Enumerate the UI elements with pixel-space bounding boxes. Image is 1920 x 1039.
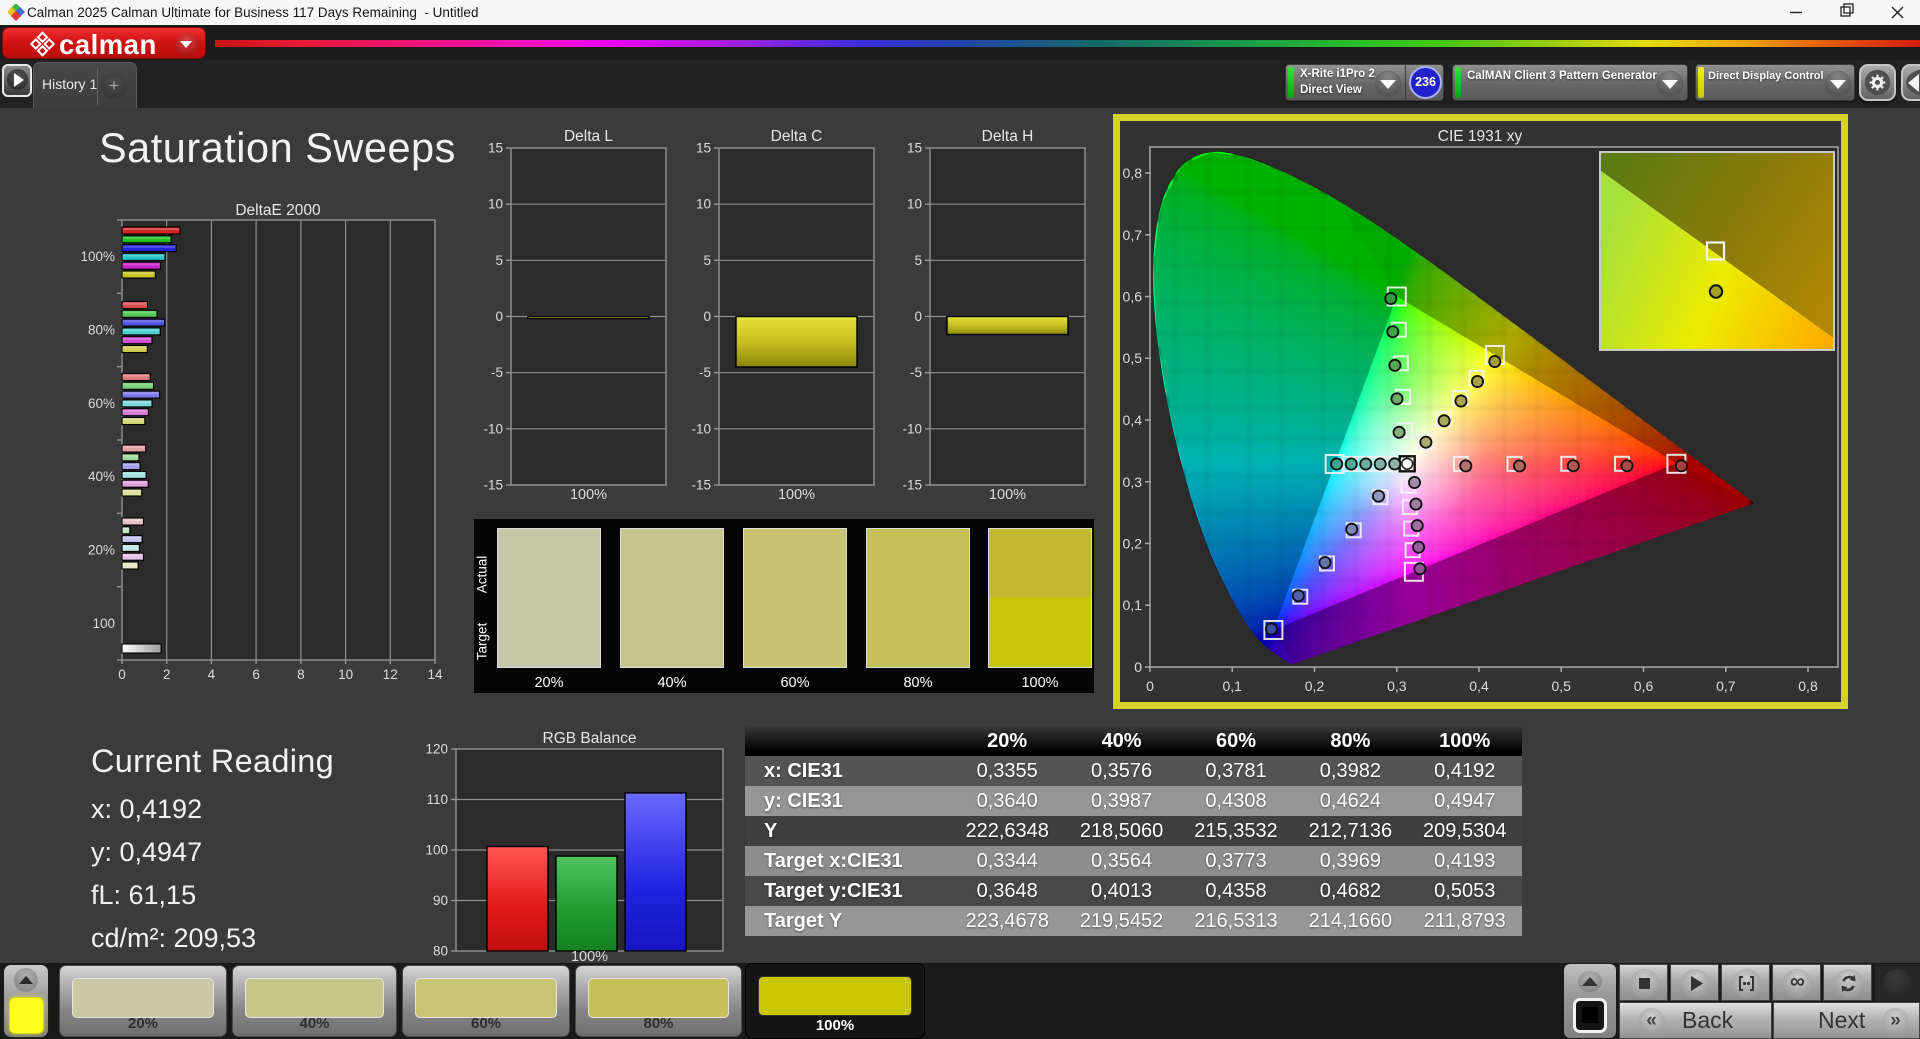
svg-text:0,6: 0,6 [1634,678,1654,694]
svg-text:-15: -15 [691,478,711,493]
svg-text:-10: -10 [902,421,922,436]
svg-text:0,8: 0,8 [1798,678,1818,694]
svg-text:0: 0 [495,309,503,324]
svg-text:90: 90 [433,893,448,908]
svg-text:0,5: 0,5 [1551,678,1571,694]
svg-text:14: 14 [427,667,443,682]
svg-text:100%: 100% [989,487,1026,503]
svg-text:100: 100 [92,616,115,631]
svg-text:-15: -15 [483,478,503,493]
svg-text:60%: 60% [88,396,115,411]
svg-text:0,6: 0,6 [1123,289,1143,305]
svg-text:0,5: 0,5 [1123,350,1143,366]
svg-text:10: 10 [488,197,503,212]
svg-text:CIE 1931 xy: CIE 1931 xy [1438,128,1523,145]
svg-text:-5: -5 [491,365,503,380]
svg-text:0,4: 0,4 [1469,678,1489,694]
svg-text:40%: 40% [88,469,115,484]
svg-text:10: 10 [696,197,711,212]
svg-text:-10: -10 [483,421,503,436]
svg-text:Delta H: Delta H [982,128,1034,145]
svg-text:0,1: 0,1 [1123,597,1143,613]
svg-text:0,2: 0,2 [1123,536,1143,552]
svg-text:-10: -10 [691,421,711,436]
svg-text:-15: -15 [902,478,922,493]
svg-text:80%: 80% [88,323,115,338]
svg-text:12: 12 [383,667,398,682]
svg-text:0,7: 0,7 [1716,678,1736,694]
svg-text:DeltaE 2000: DeltaE 2000 [235,202,321,219]
svg-text:0,3: 0,3 [1387,678,1407,694]
svg-text:Delta C: Delta C [771,128,823,145]
svg-text:10: 10 [338,667,353,682]
svg-text:10: 10 [907,197,922,212]
svg-text:2: 2 [163,667,171,682]
svg-text:RGB Balance: RGB Balance [543,730,637,747]
svg-text:100%: 100% [80,249,115,264]
svg-text:0,7: 0,7 [1123,227,1143,243]
svg-text:0: 0 [118,667,126,682]
svg-text:0: 0 [1146,678,1154,694]
svg-text:0: 0 [914,309,922,324]
svg-text:6: 6 [252,667,260,682]
svg-text:15: 15 [907,141,922,156]
svg-text:80: 80 [433,944,448,959]
svg-text:15: 15 [488,141,503,156]
svg-text:4: 4 [208,667,216,682]
svg-text:0: 0 [1134,659,1142,675]
svg-text:0,4: 0,4 [1123,412,1143,428]
svg-text:8: 8 [297,667,305,682]
svg-text:0,3: 0,3 [1123,474,1143,490]
svg-text:100: 100 [425,843,448,858]
svg-text:-5: -5 [910,365,922,380]
svg-text:0,1: 0,1 [1222,678,1242,694]
svg-text:100%: 100% [570,487,607,503]
svg-text:5: 5 [703,253,711,268]
svg-text:5: 5 [914,253,922,268]
svg-text:0,8: 0,8 [1123,165,1143,181]
svg-text:120: 120 [425,742,448,757]
svg-text:100%: 100% [778,487,815,503]
svg-text:110: 110 [426,792,448,807]
svg-text:Delta L: Delta L [564,128,613,145]
svg-text:20%: 20% [88,543,115,558]
svg-text:15: 15 [696,141,711,156]
svg-text:5: 5 [495,253,503,268]
svg-text:-5: -5 [699,365,711,380]
svg-text:0,2: 0,2 [1305,678,1325,694]
svg-text:0: 0 [703,309,711,324]
